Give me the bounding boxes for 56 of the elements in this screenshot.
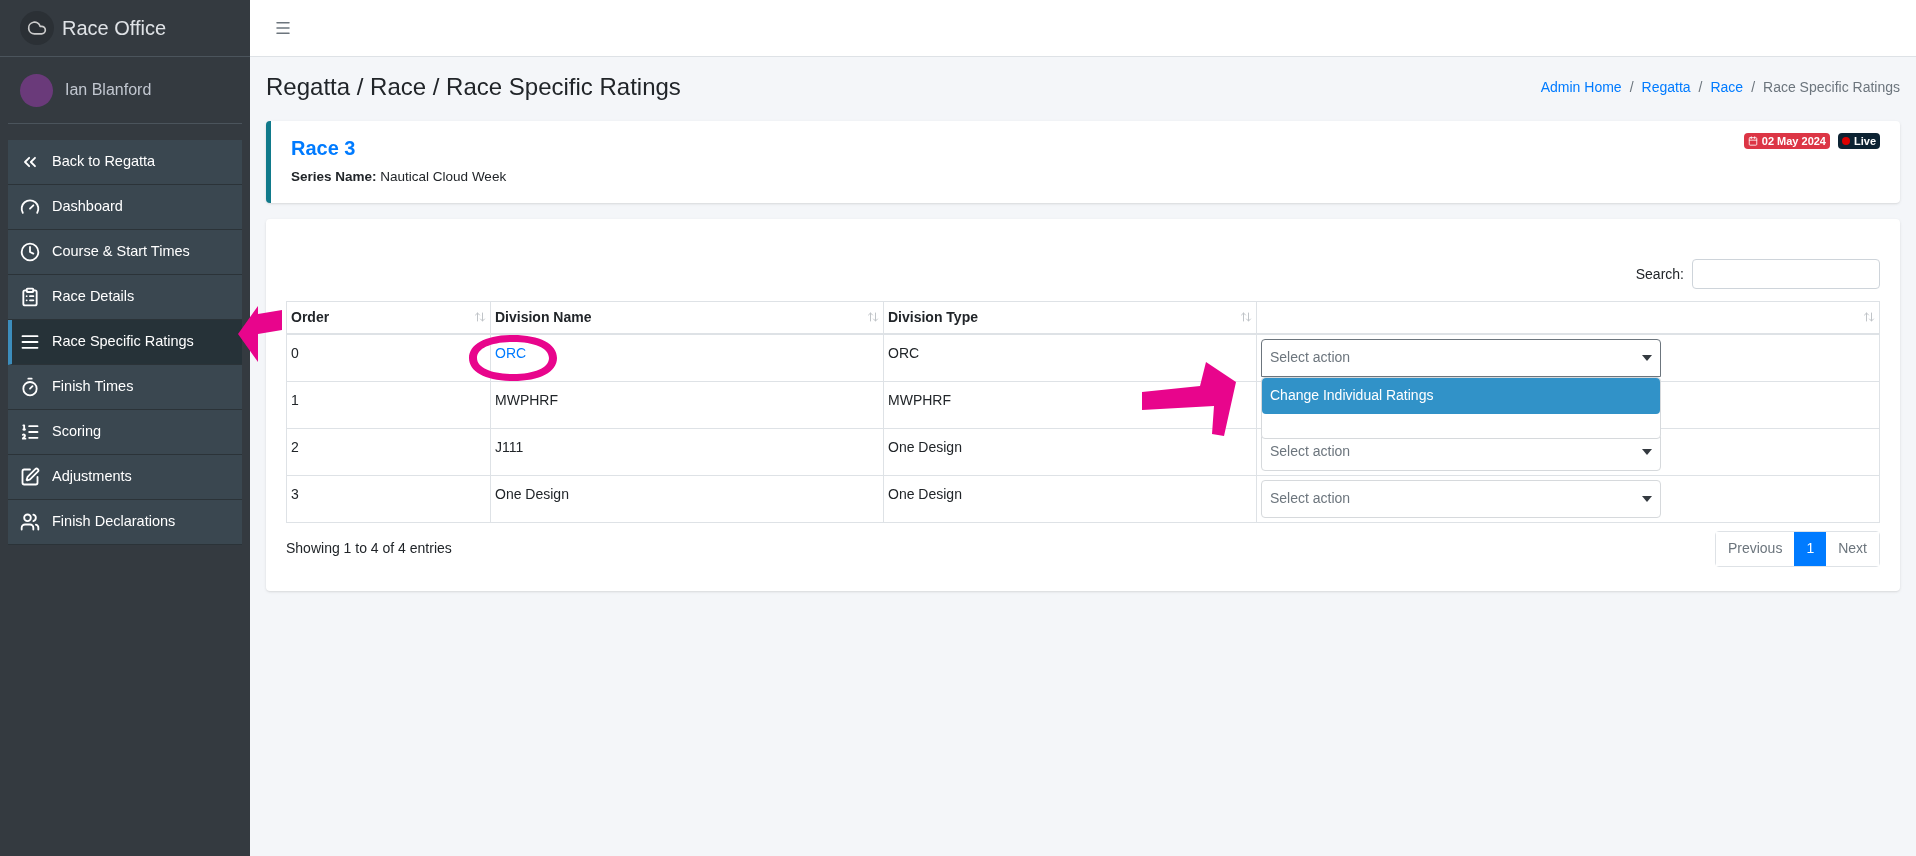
sort-icon — [867, 311, 879, 324]
breadcrumb-link[interactable]: Race — [1710, 76, 1744, 98]
numbered-list-icon — [20, 422, 40, 442]
sort-icon — [1863, 311, 1875, 324]
sidebar-item[interactable]: Dashboard — [8, 185, 242, 230]
sidebar-item[interactable]: Back to Regatta — [8, 140, 242, 185]
date-badge: 02 May 2024 — [1743, 133, 1830, 149]
select-action-dropdown[interactable]: Select action — [1261, 479, 1661, 518]
sort-icon — [474, 311, 486, 324]
search-field[interactable] — [1692, 259, 1880, 289]
status-badge: Live — [1838, 133, 1880, 149]
page-title: Regatta / Race / Race Specific Ratings — [266, 72, 681, 102]
table-cell: J111 — [490, 428, 884, 475]
breadcrumb-separator: / — [1751, 77, 1756, 97]
column-header[interactable]: Order — [286, 301, 491, 334]
user-name: Ian Blanford — [65, 80, 152, 100]
breadcrumb-separator: / — [1698, 77, 1703, 97]
stopwatch-icon — [20, 377, 40, 397]
breadcrumb-link[interactable]: Regatta — [1641, 76, 1691, 98]
breadcrumb-link[interactable]: Race Specific Ratings — [1763, 76, 1900, 98]
caret-icon — [1642, 448, 1652, 455]
menu-button[interactable] — [274, 19, 292, 37]
app-title: Race Office — [62, 16, 167, 41]
edit-icon — [20, 467, 40, 487]
sidebar-item[interactable]: Finish Declarations — [8, 500, 242, 545]
table-cell: 1 — [286, 381, 491, 428]
gauge-icon — [20, 197, 40, 217]
table-cell: One Design — [490, 475, 884, 522]
sidebar-item[interactable]: Finish Times — [8, 365, 242, 410]
sidebar-item[interactable]: Adjustments — [8, 455, 242, 500]
table-cell: 3 — [286, 475, 491, 522]
logo-icon — [20, 11, 54, 45]
avatar — [20, 73, 53, 107]
clock-icon — [20, 242, 40, 262]
series-name: Series Name: Nautical Cloud Week — [291, 168, 507, 186]
table-info: Showing 1 to 4 of 4 entries — [286, 539, 452, 558]
table-cell: One Design — [883, 475, 1257, 522]
caret-icon — [1642, 495, 1652, 502]
column-header[interactable]: Division Name — [490, 301, 884, 334]
race-title: Race 3 — [291, 136, 357, 161]
people-icon — [20, 512, 40, 532]
sidebar-item[interactable]: Course & Start Times — [8, 230, 242, 275]
sidebar-item[interactable]: Race Specific Ratings — [8, 320, 242, 365]
breadcrumb-separator: / — [1629, 77, 1634, 97]
column-header[interactable]: Division Type — [883, 301, 1257, 334]
sidebar-item[interactable]: Scoring — [8, 410, 242, 455]
search-label: Search: — [1635, 264, 1684, 284]
caret-icon — [1642, 354, 1652, 361]
select-action-dropdown[interactable]: Select action — [1261, 338, 1661, 377]
sidebar-item[interactable]: Race Details — [8, 275, 242, 320]
sort-icon — [1240, 311, 1252, 324]
clipboard-icon — [20, 287, 40, 307]
pagination-button[interactable]: 1 — [1794, 531, 1827, 566]
table-cell: 2 — [286, 428, 491, 475]
breadcrumb-link[interactable]: Admin Home — [1540, 76, 1622, 98]
lines-icon — [20, 332, 40, 352]
